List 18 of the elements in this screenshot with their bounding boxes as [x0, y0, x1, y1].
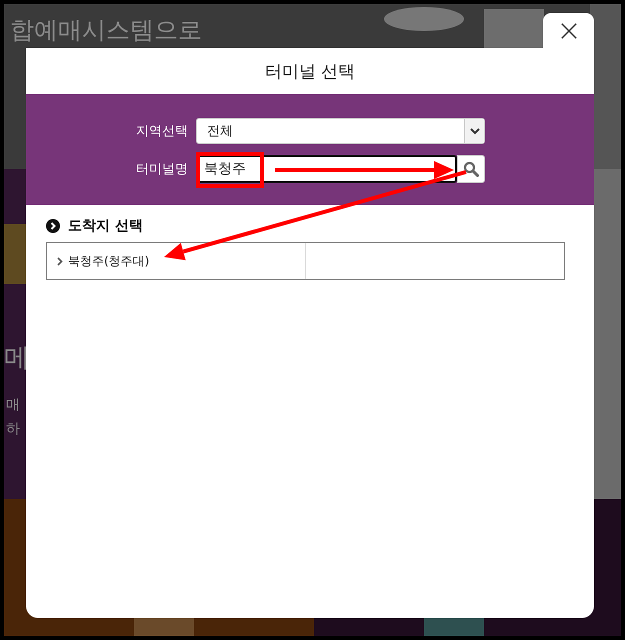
- dialog-title: 터미널 선택: [264, 60, 356, 84]
- background-text: 하: [6, 420, 20, 438]
- close-icon: [560, 22, 578, 40]
- field-label: 터미널명: [135, 161, 189, 178]
- search-button[interactable]: [457, 155, 485, 183]
- chevron-icon: [57, 256, 63, 266]
- highlight-box: [196, 152, 264, 188]
- background-text: 메: [4, 342, 30, 375]
- background-text: 매: [6, 396, 20, 414]
- caret-icon: [470, 127, 480, 135]
- search-icon: [463, 161, 479, 177]
- region-dropdown[interactable]: 전체: [196, 118, 485, 144]
- section-title: 도착지 선택: [68, 217, 143, 235]
- field-label: 지역선택: [135, 123, 189, 140]
- chevron-circle-icon: [46, 219, 60, 233]
- terminal-link[interactable]: 북청주(청주대): [57, 252, 150, 270]
- close-button[interactable]: [543, 13, 594, 49]
- background-text: 합예매시스템으로: [10, 15, 202, 46]
